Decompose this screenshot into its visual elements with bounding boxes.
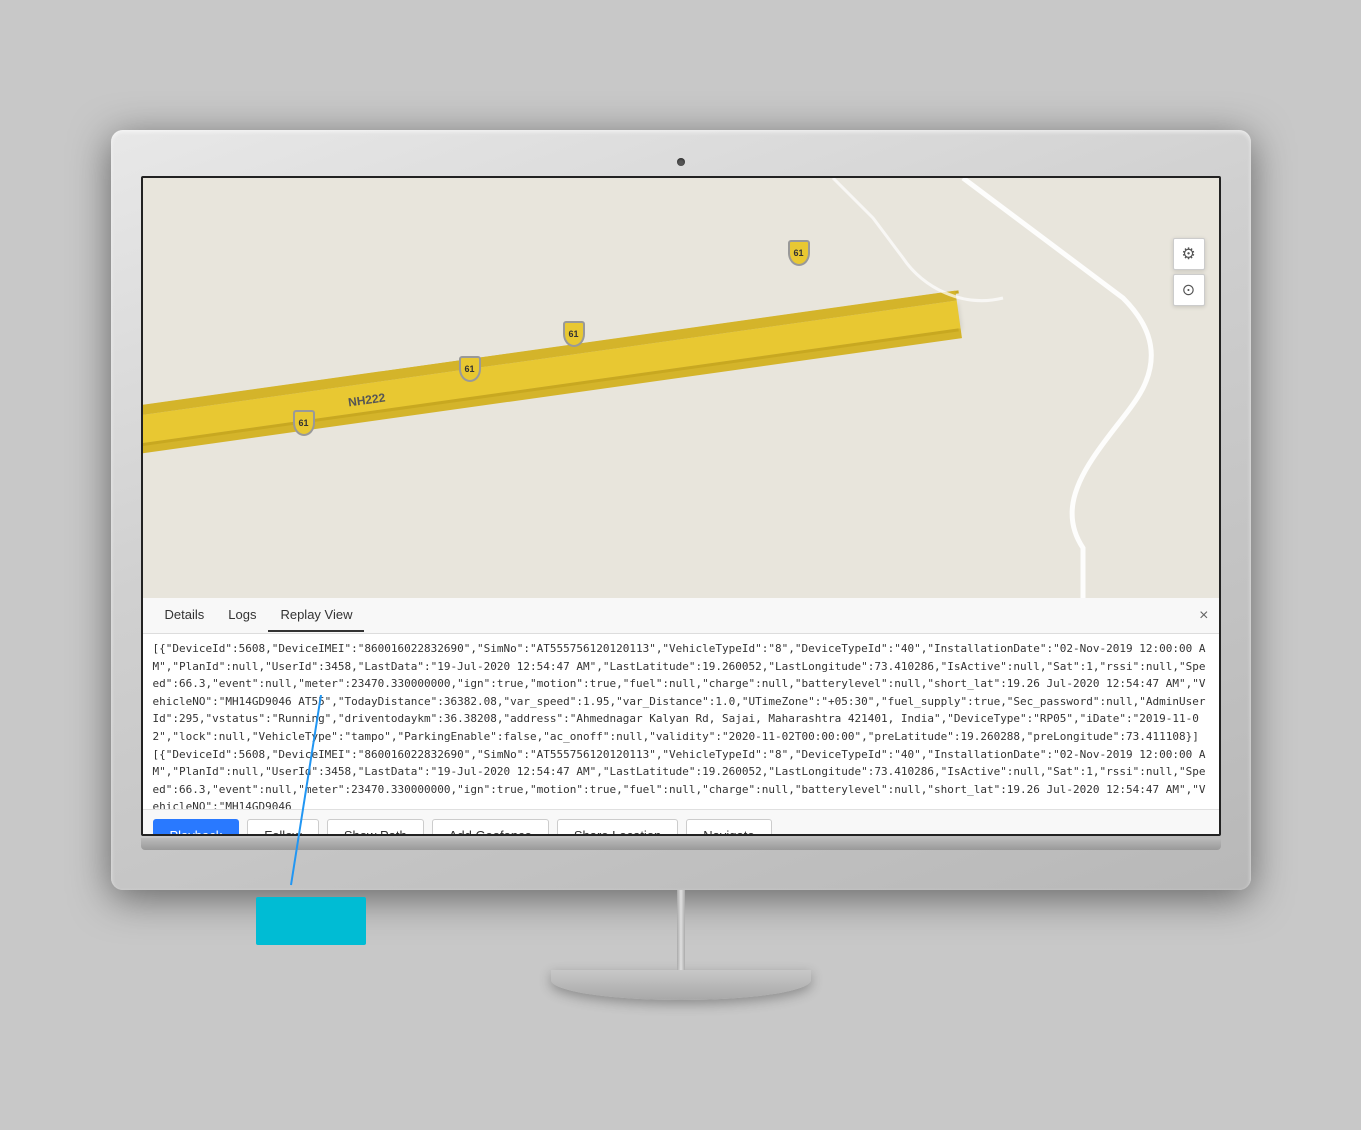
settings-button[interactable]: ⚙ [1173,238,1205,270]
tabs-bar: Details Logs Replay View × [143,598,1219,634]
tooltip-box [256,897,366,945]
monitor-wrapper: NH222 61 61 61 61 ⚙ [111,130,1251,1000]
target-button[interactable]: ⊙ [1173,274,1205,306]
shield-marker-2: 61 [563,321,585,347]
tab-logs[interactable]: Logs [216,599,268,632]
monitor-stand-base [551,970,811,1000]
add-geofence-button[interactable]: Add Geofence [432,819,549,836]
target-icon: ⊙ [1182,280,1195,300]
tab-replay-view[interactable]: Replay View [268,599,364,632]
shield-marker-1: 61 [788,240,810,266]
navigate-button[interactable]: Navigate [686,819,771,836]
shield-marker-4: 61 [293,410,315,436]
shield-marker-3: 61 [459,356,481,382]
monitor-stand-neck [677,890,685,970]
playback-button[interactable]: Playback [153,819,240,836]
map-controls: ⚙ ⊙ [1173,238,1205,306]
close-button[interactable]: × [1199,608,1208,624]
road-main [143,301,961,454]
tooltip-line-svg [246,695,396,895]
share-location-button[interactable]: Share Location [557,819,678,836]
gear-icon: ⚙ [1181,244,1195,264]
map-area: NH222 61 61 61 61 ⚙ [143,178,1219,598]
tab-details[interactable]: Details [153,599,217,632]
camera [677,158,685,166]
